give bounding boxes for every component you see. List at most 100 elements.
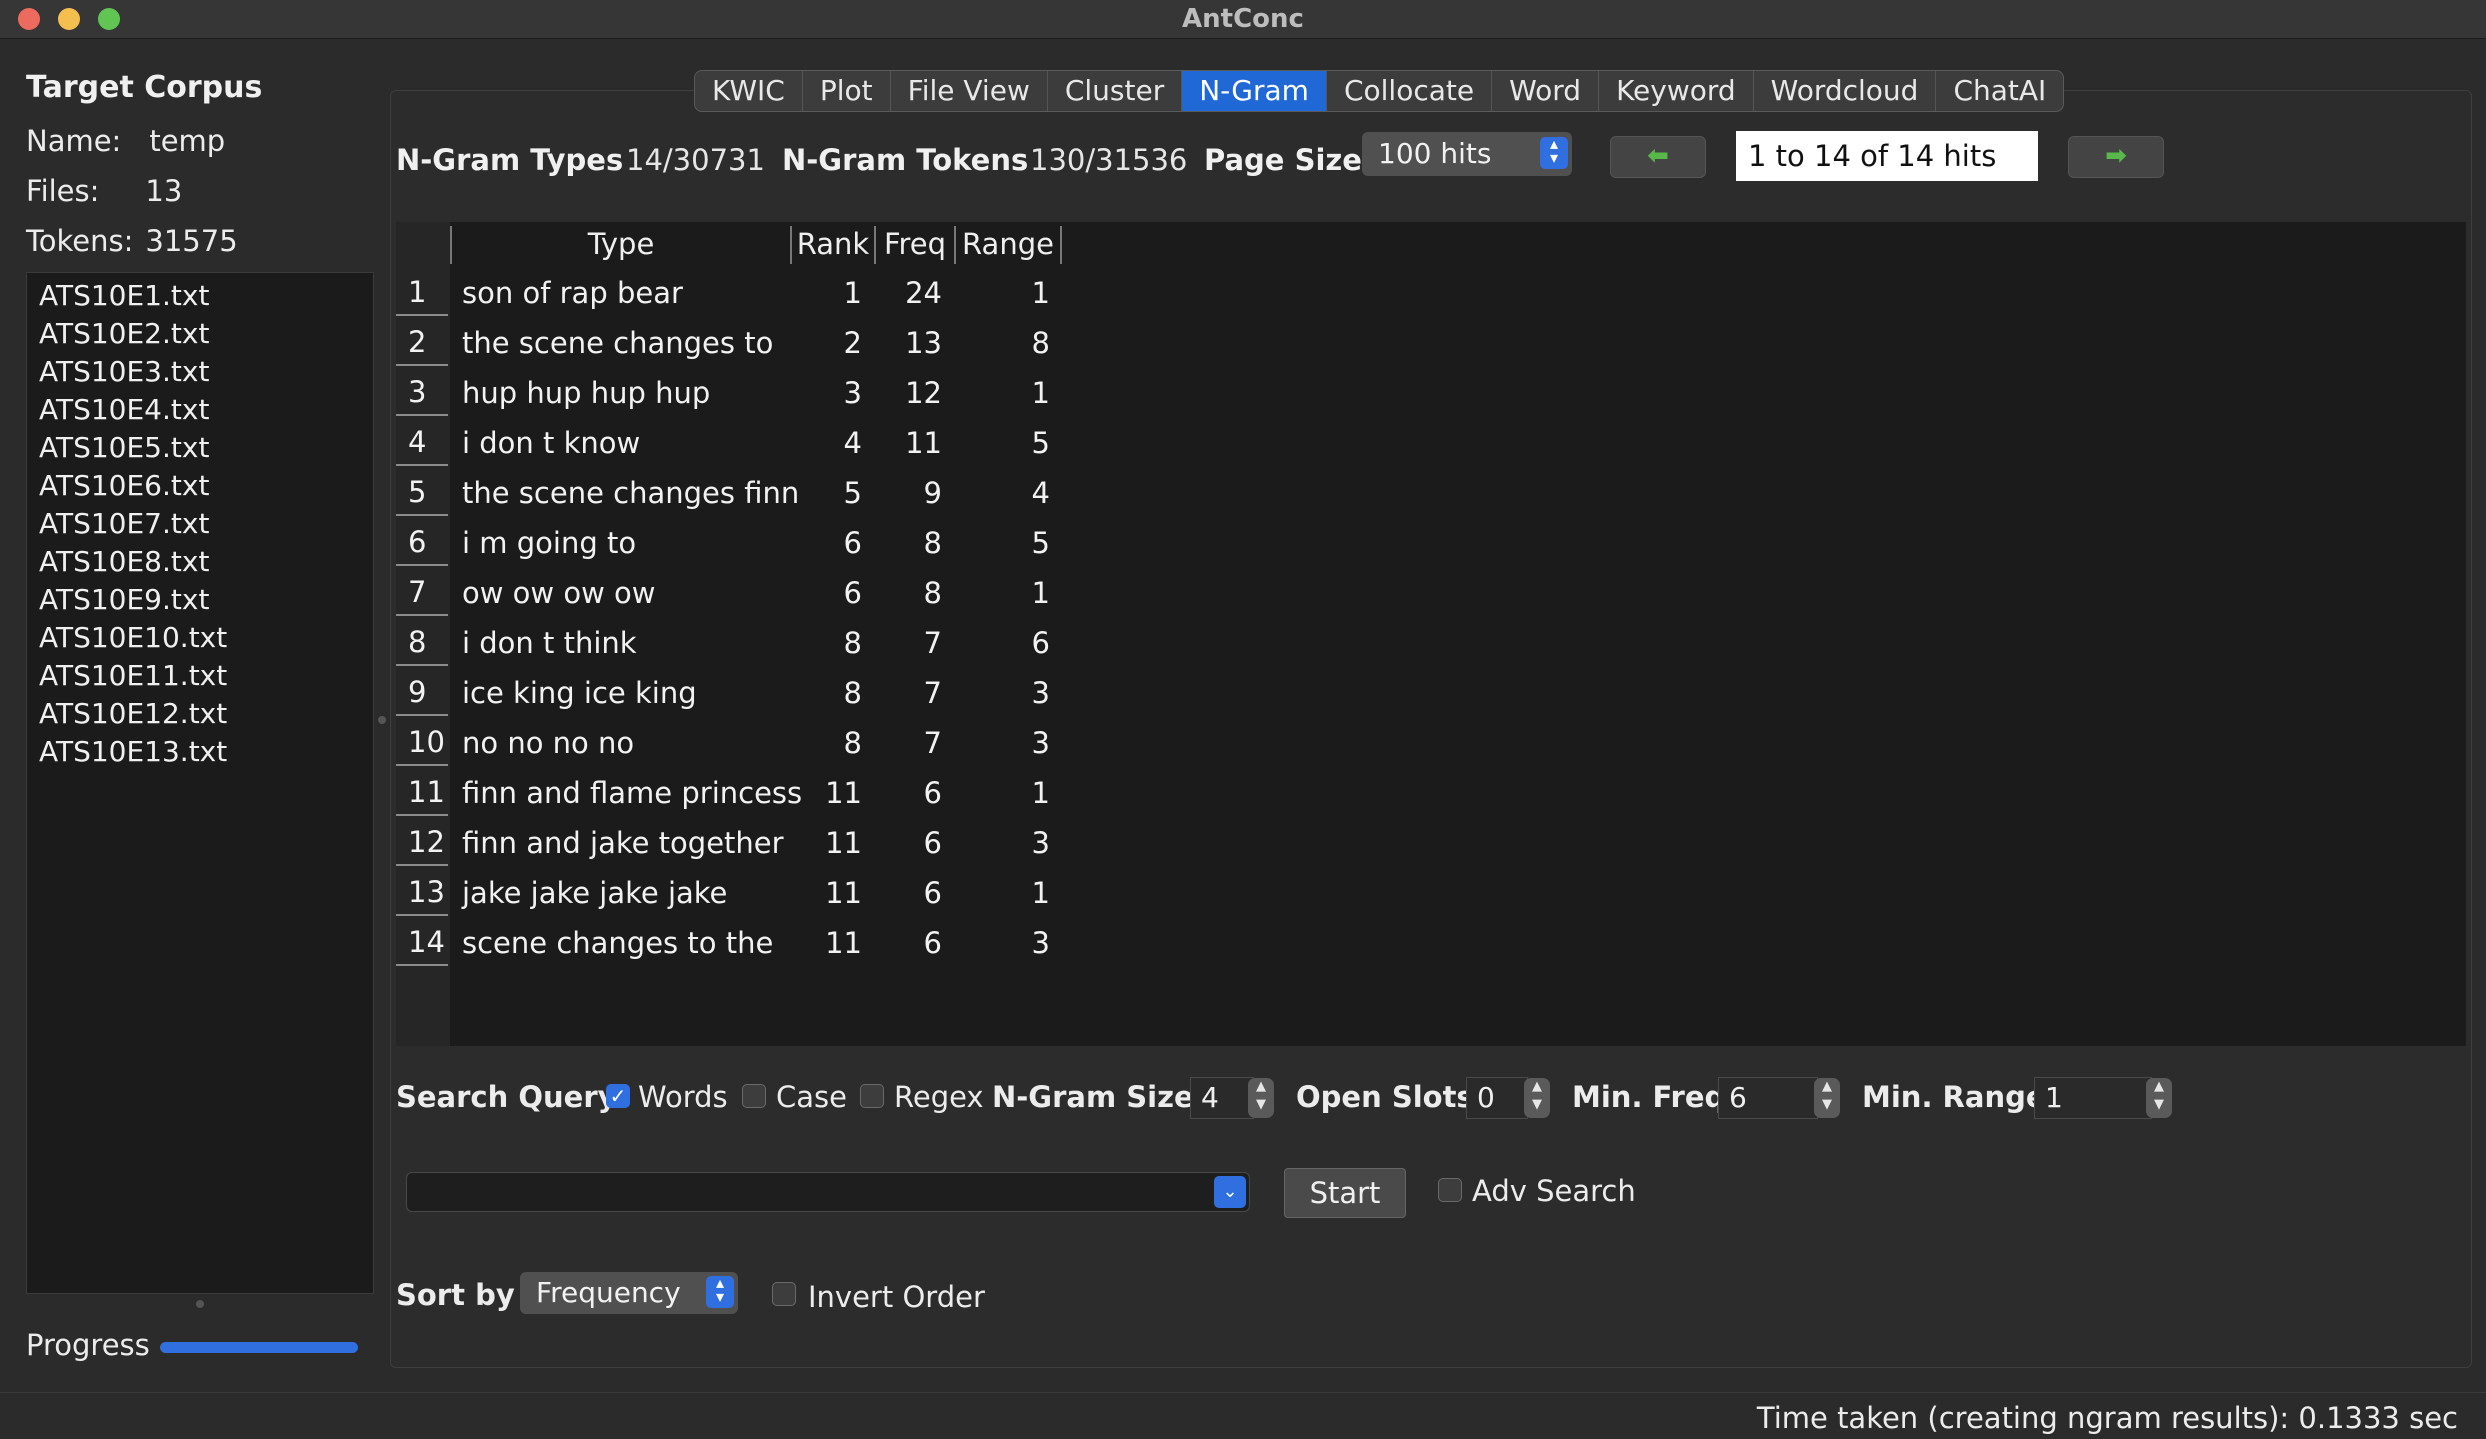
range-value: 3 <box>1031 676 1050 710</box>
column-header-type[interactable]: Type <box>452 222 790 266</box>
table-row[interactable]: 2 the scene changes to 2 13 8 <box>396 318 1466 368</box>
target-corpus-panel: Target Corpus Name: temp Files: 13 Tokens:… <box>0 40 380 1380</box>
range-value: 1 <box>1031 376 1050 410</box>
rank-value: 11 <box>825 776 862 810</box>
table-row[interactable]: 12 finn and jake together 11 6 3 <box>396 818 1466 868</box>
column-header-rank[interactable]: Rank <box>792 222 874 266</box>
previous-page-button[interactable]: ⬅ <box>1610 136 1706 178</box>
min-freq-field[interactable]: 6 <box>1718 1077 1818 1119</box>
row-number: 13 <box>396 868 448 916</box>
range-value: 5 <box>1031 526 1050 560</box>
table-row[interactable]: 4 i don t know 4 11 5 <box>396 418 1466 468</box>
arrow-right-icon: ➡ <box>2105 141 2127 171</box>
ngram-tokens-value: 130/31536 <box>1030 143 1188 177</box>
range-value: 1 <box>1031 576 1050 610</box>
file-list-item[interactable]: ATS10E2.txt <box>27 315 373 353</box>
ngram-types-value: 14/30731 <box>626 143 765 177</box>
ngram-size-stepper[interactable]: ▲ ▼ <box>1248 1078 1274 1118</box>
adv-search-checkbox[interactable] <box>1438 1178 1462 1202</box>
file-list-item[interactable]: ATS10E8.txt <box>27 543 373 581</box>
page-size-label: Page Size <box>1204 143 1362 177</box>
tab-word[interactable]: Word <box>1492 71 1600 111</box>
splitter-handle[interactable] <box>196 1300 204 1308</box>
file-list-item[interactable]: ATS10E7.txt <box>27 505 373 543</box>
ngram-results-table[interactable]: Type Rank Freq Range 1 son of rap bear 1 24… <box>396 222 2466 1046</box>
freq-value: 7 <box>923 676 942 710</box>
tab-plot[interactable]: Plot <box>803 71 891 111</box>
status-bar: Time taken (creating ngram results): 0.1… <box>0 1392 2486 1439</box>
tab-kwic[interactable]: KWIC <box>695 71 803 111</box>
file-list-item[interactable]: ATS10E4.txt <box>27 391 373 429</box>
case-checkbox[interactable] <box>742 1084 766 1108</box>
words-checkbox[interactable]: ✓ <box>606 1084 630 1108</box>
tab-cluster[interactable]: Cluster <box>1048 71 1183 111</box>
freq-value: 6 <box>923 926 942 960</box>
corpus-tokens-row: Tokens: 31575 <box>26 224 238 258</box>
ngram-size-field[interactable]: 4 <box>1190 1077 1254 1119</box>
row-number: 2 <box>396 318 448 366</box>
chevron-down-icon[interactable]: ⌄ <box>1214 1176 1246 1208</box>
file-list-item[interactable]: ATS10E9.txt <box>27 581 373 619</box>
min-freq-stepper[interactable]: ▲ ▼ <box>1814 1078 1840 1118</box>
table-row[interactable]: 5 the scene changes finn 5 9 4 <box>396 468 1466 518</box>
column-header-freq[interactable]: Freq <box>876 222 954 266</box>
invert-order-checkbox[interactable] <box>772 1282 796 1306</box>
tab-keyword[interactable]: Keyword <box>1599 71 1754 111</box>
table-row[interactable]: 3 hup hup hup hup 3 12 1 <box>396 368 1466 418</box>
freq-value: 13 <box>905 326 942 360</box>
table-row[interactable]: 1 son of rap bear 1 24 1 <box>396 268 1466 318</box>
open-slots-field[interactable]: 0 <box>1466 1077 1528 1119</box>
corpus-files-list[interactable]: ATS10E1.txt ATS10E2.txt ATS10E3.txt ATS10E4… <box>26 272 374 1294</box>
next-page-button[interactable]: ➡ <box>2068 136 2164 178</box>
search-query-input[interactable]: ⌄ <box>406 1172 1250 1212</box>
sort-by-label: Sort by <box>396 1278 515 1312</box>
freq-value: 6 <box>923 876 942 910</box>
tab-n-gram[interactable]: N-Gram <box>1182 71 1327 111</box>
file-list-item[interactable]: ATS10E3.txt <box>27 353 373 391</box>
ngram-size-label: N-Gram Size <box>992 1080 1194 1114</box>
file-list-item[interactable]: ATS10E5.txt <box>27 429 373 467</box>
file-list-item[interactable]: ATS10E13.txt <box>27 733 373 771</box>
chevron-updown-icon: ▴ ▾ <box>706 1275 734 1308</box>
table-row[interactable]: 7 ow ow ow ow 6 8 1 <box>396 568 1466 618</box>
ngram-tokens-label: N-Gram Tokens <box>782 143 1029 177</box>
tab-chatai[interactable]: ChatAI <box>1936 71 2063 111</box>
table-row[interactable]: 10 no no no no 8 7 3 <box>396 718 1466 768</box>
corpus-files-value: 13 <box>145 174 183 208</box>
table-row[interactable]: 11 finn and flame princess 11 6 1 <box>396 768 1466 818</box>
table-row[interactable]: 14 scene changes to the 11 6 3 <box>396 918 1466 968</box>
file-list-item[interactable]: ATS10E10.txt <box>27 619 373 657</box>
table-row[interactable]: 6 i m going to 6 8 5 <box>396 518 1466 568</box>
invert-order-label: Invert Order <box>808 1280 985 1314</box>
open-slots-stepper[interactable]: ▲ ▼ <box>1524 1078 1550 1118</box>
row-number: 1 <box>396 268 448 316</box>
tab-collocate[interactable]: Collocate <box>1327 71 1493 111</box>
sort-by-select[interactable]: Frequency ▴ ▾ <box>520 1272 738 1314</box>
regex-label: Regex <box>894 1080 984 1114</box>
tab-wordcloud[interactable]: Wordcloud <box>1754 71 1937 111</box>
file-list-item[interactable]: ATS10E6.txt <box>27 467 373 505</box>
rank-value: 8 <box>843 626 862 660</box>
table-row[interactable]: 13 jake jake jake jake 11 6 1 <box>396 868 1466 918</box>
file-list-item[interactable]: ATS10E12.txt <box>27 695 373 733</box>
hits-range-field[interactable]: 1 to 14 of 14 hits <box>1736 131 2038 181</box>
min-range-stepper[interactable]: ▲ ▼ <box>2146 1078 2172 1118</box>
min-range-field[interactable]: 1 <box>2034 1077 2152 1119</box>
start-button[interactable]: Start <box>1284 1168 1406 1218</box>
ngram-type: jake jake jake jake <box>462 876 728 910</box>
tab-file-view[interactable]: File View <box>891 71 1048 111</box>
table-row[interactable]: 8 i don t think 8 7 6 <box>396 618 1466 668</box>
ngram-type: the scene changes finn <box>462 476 800 510</box>
rank-value: 3 <box>843 376 862 410</box>
table-row[interactable]: 9 ice king ice king 8 7 3 <box>396 668 1466 718</box>
rank-value: 11 <box>825 876 862 910</box>
corpus-tokens-label: Tokens: <box>26 224 134 258</box>
column-header-range[interactable]: Range <box>956 222 1060 266</box>
page-size-select[interactable]: 100 hits ▴ ▾ <box>1362 132 1572 176</box>
ngram-type: the scene changes to <box>462 326 774 360</box>
file-list-item[interactable]: ATS10E11.txt <box>27 657 373 695</box>
vertical-splitter-handle[interactable] <box>378 716 386 724</box>
file-list-item[interactable]: ATS10E1.txt <box>27 277 373 315</box>
regex-checkbox[interactable] <box>860 1084 884 1108</box>
freq-value: 6 <box>923 776 942 810</box>
